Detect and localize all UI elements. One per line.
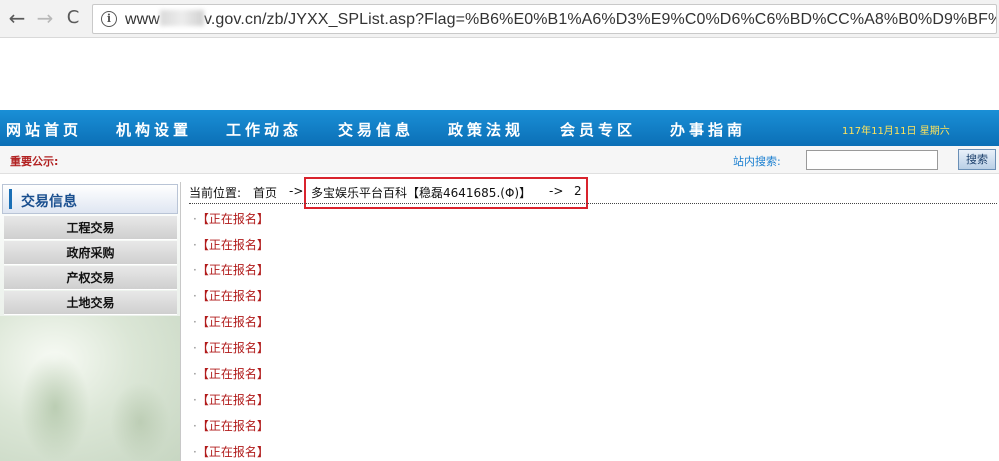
nav-item-guide[interactable]: 办事指南 bbox=[670, 119, 746, 140]
nav-item-news[interactable]: 工作动态 bbox=[226, 119, 302, 140]
sidebar-title: 交易信息 bbox=[21, 194, 77, 210]
nav-item-home[interactable]: 网站首页 bbox=[6, 119, 82, 140]
sidebar-header: 交易信息 bbox=[2, 184, 178, 214]
nav-item-trade-info[interactable]: 交易信息 bbox=[338, 119, 414, 140]
browser-toolbar: ← → C i www v.gov.cn/zb/JYXX_SPList.asp?F… bbox=[0, 0, 999, 38]
main-nav-bar: 网站首页 机构设置 工作动态 交易信息 政策法规 会员专区 办事指南 117年1… bbox=[0, 110, 999, 146]
list-item[interactable]: · 【正在报名】 bbox=[193, 391, 269, 408]
breadcrumb-label: 当前位置: bbox=[189, 186, 242, 200]
page-blank-area bbox=[0, 39, 999, 109]
list-item[interactable]: · 【正在报名】 bbox=[193, 365, 269, 382]
nav-item-policy[interactable]: 政策法规 bbox=[448, 119, 524, 140]
list-item[interactable]: · 【正在报名】 bbox=[193, 417, 269, 434]
sidebar-item-procurement[interactable]: 政府采购 bbox=[4, 241, 177, 265]
sidebar-item-land[interactable]: 土地交易 bbox=[4, 291, 177, 315]
list-item[interactable]: · 【正在报名】 bbox=[193, 339, 269, 356]
notice-label: 重要公示: bbox=[10, 155, 59, 168]
current-date: 117年11月11日 星期六 bbox=[842, 126, 950, 137]
back-arrow-icon[interactable]: ← bbox=[6, 7, 28, 29]
breadcrumb-separator: -> bbox=[289, 184, 304, 198]
list-item[interactable]: · 【正在报名】 bbox=[193, 210, 269, 227]
list-item[interactable]: · 【正在报名】 bbox=[193, 287, 269, 304]
sidebar-item-property[interactable]: 产权交易 bbox=[4, 266, 177, 290]
divider bbox=[189, 203, 997, 204]
redacted-domain bbox=[159, 10, 204, 26]
highlight-annotation-box bbox=[304, 177, 588, 209]
sidebar-tree-decoration bbox=[110, 382, 170, 461]
list-item[interactable]: · 【正在报名】 bbox=[193, 443, 269, 460]
address-bar[interactable]: i www v.gov.cn/zb/JYXX_SPList.asp?Flag=%B… bbox=[92, 4, 997, 34]
list-item[interactable]: · 【正在报名】 bbox=[193, 261, 269, 278]
list-item[interactable]: · 【正在报名】 bbox=[193, 236, 269, 253]
breadcrumb-home-link[interactable]: 首页 bbox=[253, 184, 277, 201]
sidebar-item-engineering[interactable]: 工程交易 bbox=[4, 216, 177, 240]
nav-item-members[interactable]: 会员专区 bbox=[560, 119, 636, 140]
nav-item-organization[interactable]: 机构设置 bbox=[116, 119, 192, 140]
url-text: www v.gov.cn/zb/JYXX_SPList.asp?Flag=%B6%… bbox=[125, 10, 996, 28]
list-item[interactable]: · 【正在报名】 bbox=[193, 313, 269, 330]
sidebar-tree-decoration bbox=[20, 352, 90, 461]
reload-icon[interactable]: C bbox=[62, 7, 84, 29]
sidebar-header-marker bbox=[9, 189, 12, 209]
search-input[interactable] bbox=[806, 150, 938, 170]
search-button[interactable]: 搜索 bbox=[958, 149, 996, 170]
sidebar: 交易信息 工程交易 政府采购 产权交易 土地交易 bbox=[0, 182, 181, 461]
info-icon[interactable]: i bbox=[101, 11, 117, 27]
forward-arrow-icon[interactable]: → bbox=[34, 7, 56, 29]
search-label: 站内搜索: bbox=[733, 155, 781, 168]
notice-bar: 重要公示: 站内搜索: 搜索 bbox=[0, 146, 999, 174]
